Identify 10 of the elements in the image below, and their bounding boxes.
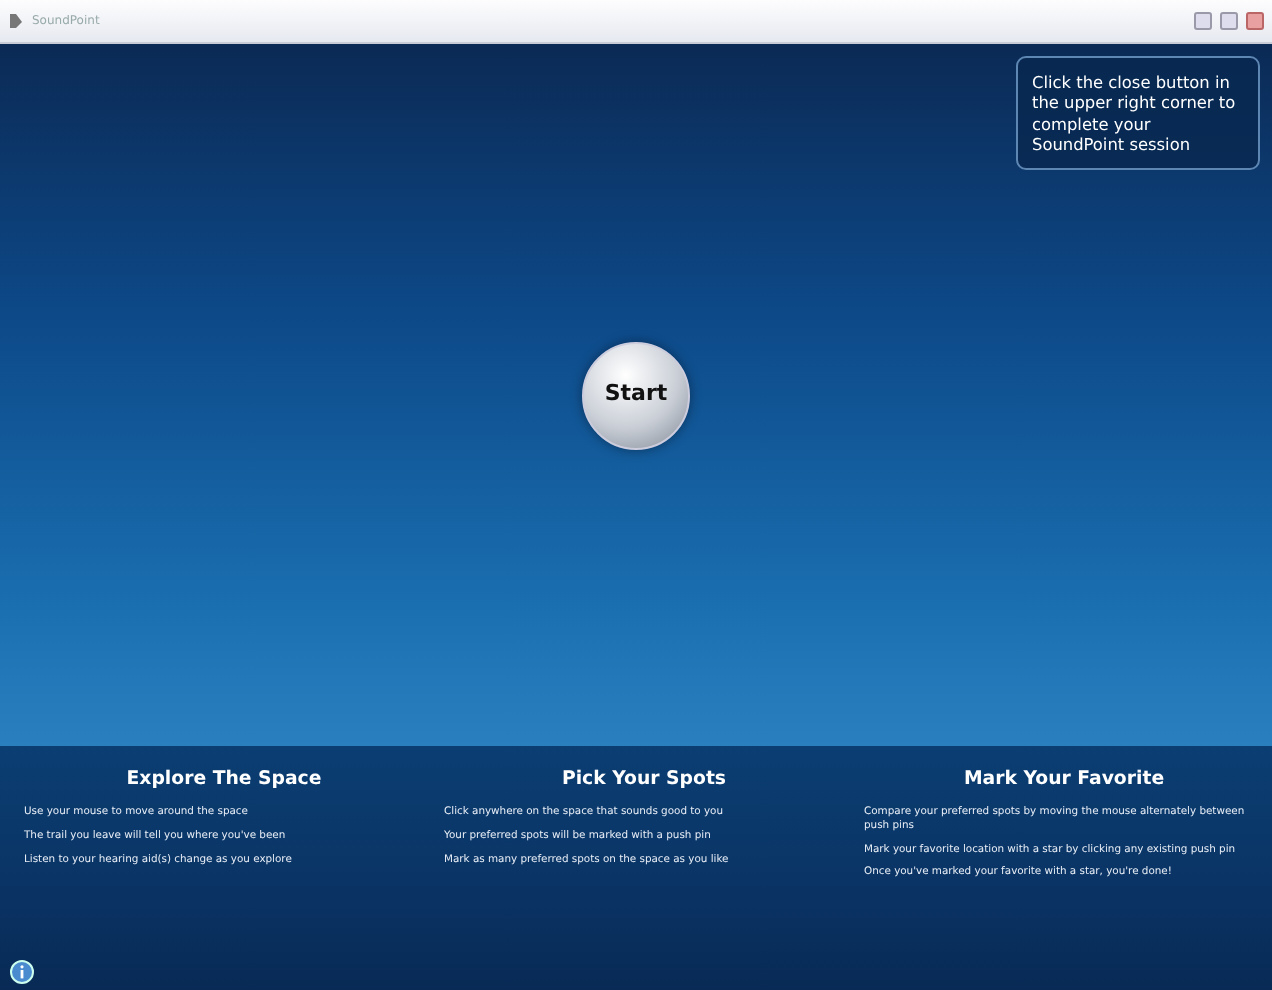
section-heading: Pick Your Spots (559, 766, 729, 794)
app-icon (8, 12, 24, 30)
close-button[interactable] (1246, 12, 1264, 30)
section-heading: Explore The Space (124, 766, 324, 794)
start-button[interactable]: Start (582, 341, 690, 449)
hint-text: Click the close button in the upper right corner to complete your SoundPoint session (1016, 56, 1260, 170)
section-heading: Mark Your Favorite (961, 766, 1167, 794)
minimize-button[interactable] (1194, 12, 1212, 30)
maximize-button[interactable] (1220, 12, 1238, 30)
info-icon[interactable] (10, 960, 34, 984)
